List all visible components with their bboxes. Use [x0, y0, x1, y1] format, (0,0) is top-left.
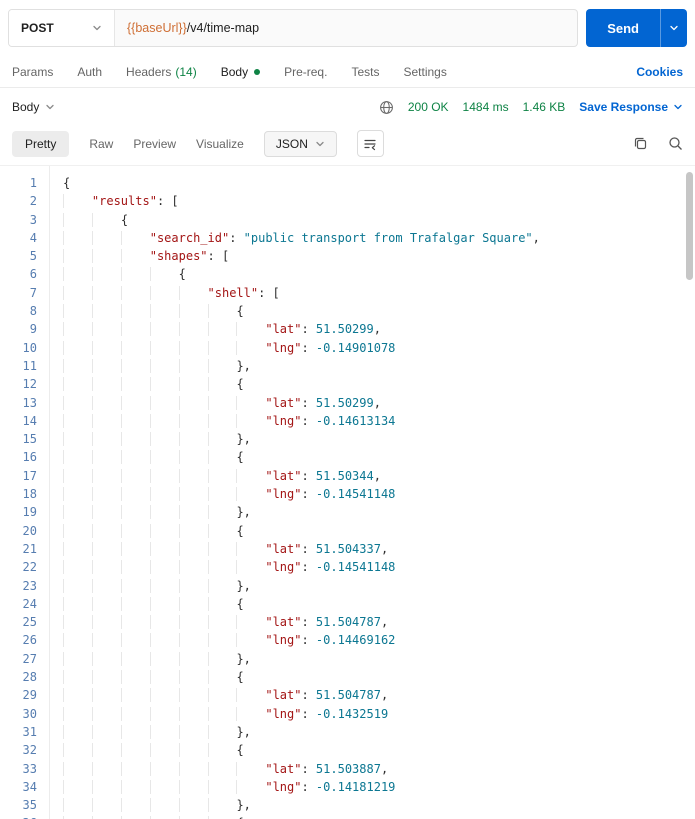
- copy-button[interactable]: [633, 136, 648, 151]
- tab-params[interactable]: Params: [12, 65, 53, 79]
- chevron-down-icon: [46, 104, 55, 110]
- response-meta-right: 200 OK 1484 ms 1.46 KB Save Response: [379, 100, 683, 115]
- tab-prerequest-label: Pre-req.: [284, 64, 328, 79]
- request-tabs: Params Auth Headers (14) Body Pre-req. T…: [0, 56, 695, 88]
- tab-headers[interactable]: Headers (14): [126, 65, 197, 79]
- view-tab-pretty[interactable]: Pretty: [12, 130, 70, 157]
- copy-icon: [634, 137, 647, 150]
- toolbar-right-icons: [633, 136, 683, 151]
- response-body-dropdown[interactable]: Body: [12, 100, 55, 114]
- url-path: /v4/time-map: [186, 21, 260, 35]
- tab-settings[interactable]: Settings: [403, 65, 446, 79]
- tab-prerequest[interactable]: Pre-req.: [284, 65, 327, 79]
- chevron-down-icon: [670, 25, 678, 31]
- view-tab-raw[interactable]: Raw: [89, 137, 113, 151]
- format-dropdown-label: JSON: [275, 136, 308, 151]
- response-view-toolbar: Pretty Raw Preview Visualize JSON: [0, 126, 695, 165]
- wrap-lines-button[interactable]: [356, 130, 384, 157]
- view-tab-visualize[interactable]: Visualize: [196, 137, 244, 151]
- url-bar: POST {{baseUrl}}/v4/time-map: [8, 9, 579, 47]
- body-present-dot: [254, 68, 261, 75]
- scrollbar[interactable]: [685, 166, 695, 819]
- headers-count-badge: (14): [175, 64, 197, 79]
- request-bar: POST {{baseUrl}}/v4/time-map Send: [0, 0, 695, 56]
- save-response-button[interactable]: Save Response: [579, 100, 683, 114]
- wrap-lines-icon: [364, 139, 376, 150]
- tab-auth-label: Auth: [77, 64, 103, 79]
- format-dropdown[interactable]: JSON: [263, 130, 337, 157]
- url-variable: {{baseUrl}}: [127, 21, 187, 35]
- cookies-link[interactable]: Cookies: [636, 65, 683, 79]
- tab-headers-label: Headers: [126, 64, 172, 79]
- response-body-viewer[interactable]: 1 2 3 4 5 6 7 8 9 10 11 12 13 14 15 16 17 18 19 20 21 22 23 24 2…: [0, 165, 695, 819]
- chevron-down-icon: [674, 104, 682, 110]
- code-lines: { "results": [ { "search_id": "public tr…: [50, 166, 695, 819]
- tab-body-label: Body: [220, 64, 249, 79]
- send-split-button: Send: [586, 9, 687, 47]
- send-options-button[interactable]: [660, 9, 687, 47]
- chevron-down-icon: [316, 141, 324, 146]
- search-button[interactable]: [668, 136, 683, 151]
- chevron-down-icon: [93, 25, 101, 31]
- scrollbar-thumb[interactable]: [686, 172, 693, 280]
- response-meta-row: Body 200 OK 1484 ms 1.46 KB Save Respons…: [0, 88, 695, 126]
- response-size: 1.46 KB: [522, 100, 566, 114]
- url-input[interactable]: {{baseUrl}}/v4/time-map: [115, 10, 577, 46]
- tab-auth[interactable]: Auth: [77, 65, 102, 79]
- response-time: 1484 ms: [462, 100, 509, 114]
- tab-body[interactable]: Body: [220, 64, 261, 79]
- send-button[interactable]: Send: [586, 9, 660, 47]
- method-dropdown[interactable]: POST: [9, 10, 115, 46]
- tab-tests[interactable]: Tests: [351, 65, 379, 79]
- tab-tests-label: Tests: [351, 64, 380, 79]
- line-numbers: 1 2 3 4 5 6 7 8 9 10 11 12 13 14 15 16 17 18 19 20 21 22 23 24 2…: [0, 166, 50, 819]
- status-badge: 200 OK: [407, 100, 449, 114]
- network-globe-icon: [379, 100, 393, 114]
- tab-params-label: Params: [12, 64, 54, 79]
- tab-settings-label: Settings: [403, 64, 447, 79]
- search-icon: [669, 137, 682, 150]
- view-tab-preview[interactable]: Preview: [133, 137, 176, 151]
- response-body-dropdown-label: Body: [12, 100, 40, 114]
- save-response-label: Save Response: [579, 100, 668, 114]
- method-label: POST: [21, 21, 54, 35]
